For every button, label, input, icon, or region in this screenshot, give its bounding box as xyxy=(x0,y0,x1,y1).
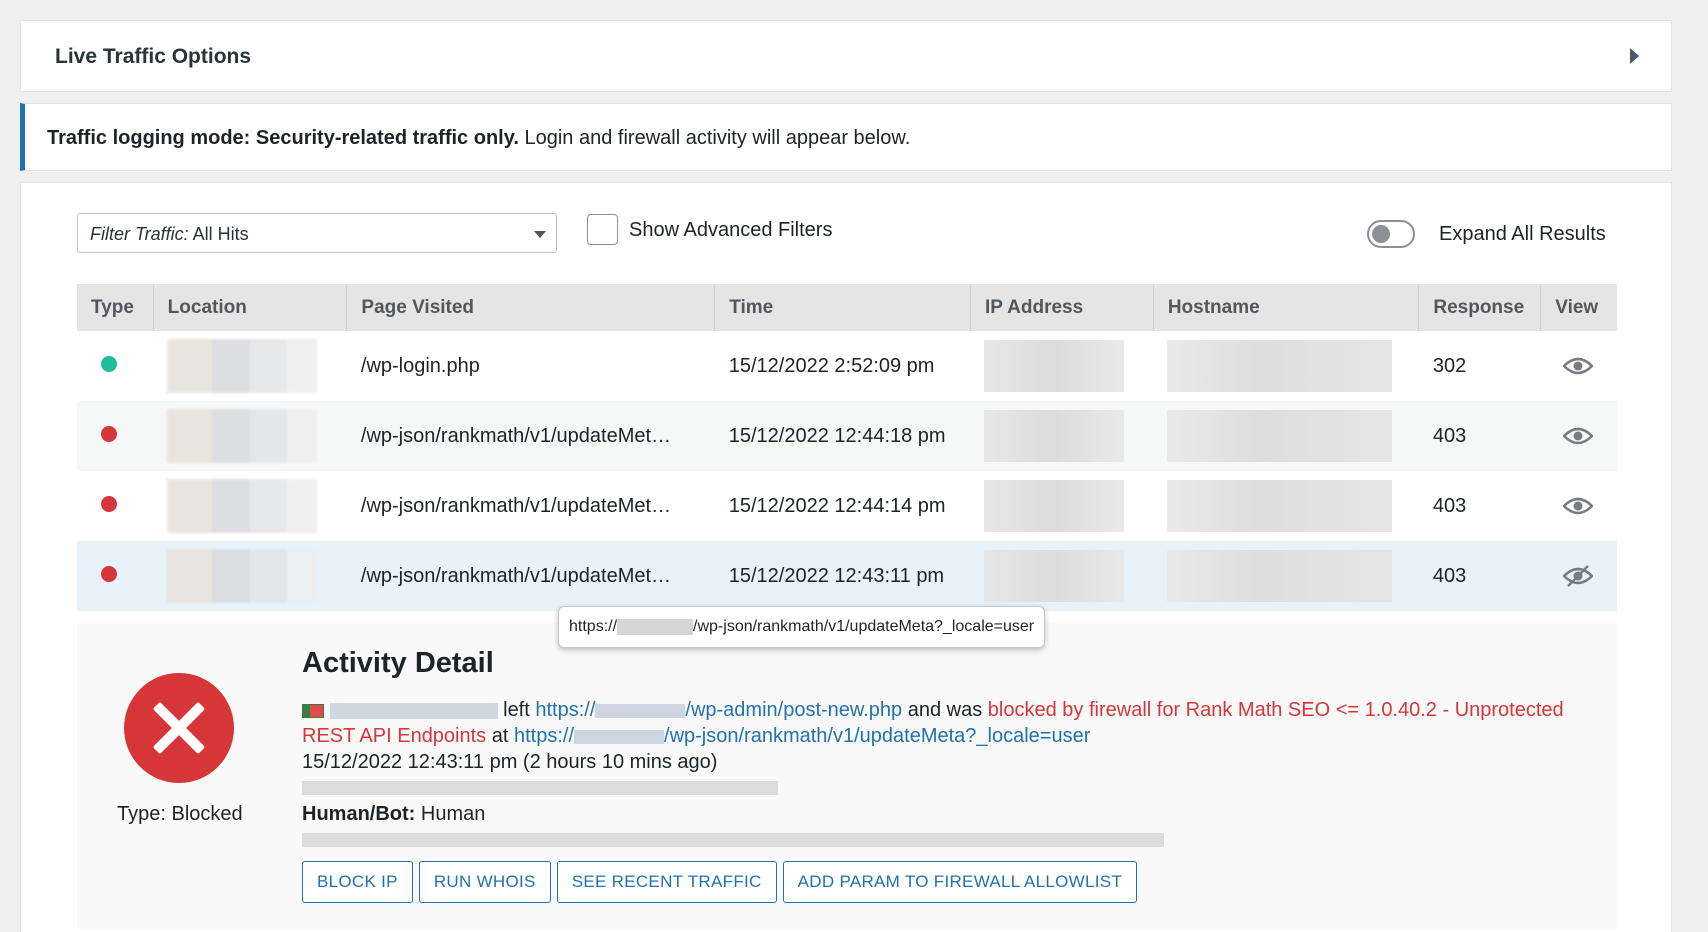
col-location: Location xyxy=(152,284,347,331)
ip-redacted xyxy=(984,550,1125,602)
human-bot-line: Human/Bot: Human xyxy=(302,801,1602,827)
eye-icon[interactable] xyxy=(1540,471,1617,541)
domain-redacted xyxy=(595,703,686,718)
tooltip-suffix: /wp-json/rankmath/v1/updateMeta?_locale=… xyxy=(693,618,1035,635)
visitor-redacted xyxy=(329,702,498,719)
country-flag-icon xyxy=(302,703,324,718)
request-link-prefix: https:// xyxy=(513,725,575,747)
activity-timestamp: 15/12/2022 12:43:11 pm (2 hours 10 mins … xyxy=(302,751,718,773)
eye-icon[interactable] xyxy=(1540,331,1617,401)
hostname-redacted xyxy=(1167,340,1393,392)
table-row[interactable]: /wp-json/rankmath/v1/updateMet… 15/12/20… xyxy=(77,471,1617,541)
human-bot-label: Human/Bot: xyxy=(302,803,416,825)
notice-rest: Login and firewall activity will appear … xyxy=(518,127,911,149)
block-ip-button[interactable]: BLOCK IP xyxy=(302,861,413,903)
blocked-x-icon xyxy=(124,673,234,783)
domain-redacted xyxy=(574,729,665,744)
eye-icon[interactable] xyxy=(1540,401,1617,471)
hostname-redacted xyxy=(1167,410,1393,462)
see-recent-traffic-button[interactable]: SEE RECENT TRAFFIC xyxy=(556,861,777,903)
activity-detail: Type: Blocked Activity Detail left https… xyxy=(77,623,1617,929)
table-row[interactable]: /wp-login.php 15/12/2022 2:52:09 pm 302 xyxy=(77,331,1617,401)
table-header-row: Type Location Page Visited Time IP Addre… xyxy=(77,284,1617,331)
table-row-selected[interactable]: /wp-json/rankmath/v1/updateMet… 15/12/20… xyxy=(77,541,1617,611)
response-code: 403 xyxy=(1418,401,1541,471)
ip-redacted xyxy=(984,480,1125,532)
and-was-text: and was xyxy=(902,699,988,721)
ip-redacted xyxy=(984,410,1125,462)
response-code: 403 xyxy=(1418,541,1541,611)
referrer-link[interactable]: https:// /wp-admin/post-new.php xyxy=(535,699,902,721)
notice-bold: Traffic logging mode: Security-related t… xyxy=(47,127,519,149)
col-response: Response xyxy=(1418,284,1541,331)
domain-redacted xyxy=(617,618,694,635)
status-dot xyxy=(101,425,117,442)
expand-all-toggle[interactable] xyxy=(1367,220,1415,248)
detail-actions: BLOCK IP RUN WHOIS SEE RECENT TRAFFIC AD… xyxy=(302,861,1138,903)
col-time: Time xyxy=(714,284,971,331)
page-visited: /wp-json/rankmath/v1/updateMet… xyxy=(346,541,715,611)
eye-slash-icon[interactable] xyxy=(1540,541,1617,611)
hostname-redacted xyxy=(1167,480,1393,532)
traffic-main-panel: Filter Traffic: All Hits Show Advanced F… xyxy=(20,182,1672,932)
status-dot xyxy=(101,355,117,372)
time: 15/12/2022 2:52:09 pm xyxy=(714,331,971,401)
activity-detail-body: left https:// /wp-admin/post-new.php and … xyxy=(302,697,1602,853)
activity-detail-title: Activity Detail xyxy=(302,647,494,679)
location-redacted xyxy=(167,409,318,463)
redacted-user-agent xyxy=(302,833,1164,847)
col-page: Page Visited xyxy=(346,284,715,331)
traffic-table: Type Location Page Visited Time IP Addre… xyxy=(77,284,1617,611)
run-whois-button[interactable]: RUN WHOIS xyxy=(418,861,551,903)
filter-traffic-select[interactable]: Filter Traffic: All Hits xyxy=(77,213,557,253)
traffic-mode-notice: Traffic logging mode: Security-related t… xyxy=(20,103,1672,171)
left-word: left xyxy=(497,699,536,721)
page-visited: /wp-json/rankmath/v1/updateMet… xyxy=(346,471,715,541)
time: 15/12/2022 12:44:18 pm xyxy=(714,401,971,471)
request-link[interactable]: https:// /wp-json/rankmath/v1/updateMeta?… xyxy=(514,725,1090,747)
advanced-filters-checkbox[interactable] xyxy=(587,214,618,245)
redacted-line xyxy=(302,781,778,795)
col-type: Type xyxy=(77,284,154,331)
col-view: View xyxy=(1540,284,1617,331)
location-redacted xyxy=(167,549,318,603)
response-code: 403 xyxy=(1418,471,1541,541)
notice-text: Traffic logging mode: Security-related t… xyxy=(47,127,910,150)
location-redacted xyxy=(167,339,318,393)
activity-sentence: left https:// /wp-admin/post-new.php and … xyxy=(302,697,1602,749)
filter-prefix: Filter Traffic: xyxy=(90,224,189,244)
human-bot-value: Human xyxy=(415,803,486,825)
status-dot xyxy=(101,565,117,582)
expand-arrow-icon[interactable] xyxy=(1630,48,1639,64)
expand-all-label[interactable]: Expand All Results xyxy=(1439,223,1606,246)
chevron-down-icon xyxy=(534,231,546,238)
advanced-filters-label[interactable]: Show Advanced Filters xyxy=(629,219,832,242)
filter-value: All Hits xyxy=(188,224,249,244)
col-ip: IP Address xyxy=(969,284,1154,331)
live-traffic-options-panel[interactable]: Live Traffic Options xyxy=(20,20,1672,92)
col-hostname: Hostname xyxy=(1152,284,1419,331)
type-blocked-label: Type: Blocked xyxy=(117,803,243,825)
referrer-link-suffix: /wp-admin/post-new.php xyxy=(685,699,903,721)
url-tooltip: https:// /wp-json/rankmath/v1/updateMeta?… xyxy=(558,606,1046,648)
status-dot xyxy=(101,495,117,512)
page-visited: /wp-login.php xyxy=(346,331,715,401)
time: 15/12/2022 12:44:14 pm xyxy=(714,471,971,541)
options-title: Live Traffic Options xyxy=(55,45,252,68)
table-row[interactable]: /wp-json/rankmath/v1/updateMet… 15/12/20… xyxy=(77,401,1617,471)
tooltip-prefix: https:// xyxy=(569,618,618,635)
referrer-link-prefix: https:// xyxy=(535,699,596,721)
response-code: 302 xyxy=(1418,331,1541,401)
hostname-redacted xyxy=(1167,550,1393,602)
add-param-allowlist-button[interactable]: ADD PARAM TO FIREWALL ALLOWLIST xyxy=(782,861,1138,903)
at-word: at xyxy=(486,725,514,747)
page-visited: /wp-json/rankmath/v1/updateMet… xyxy=(346,401,715,471)
request-link-suffix: /wp-json/rankmath/v1/updateMeta?_locale=… xyxy=(664,725,1091,747)
location-redacted xyxy=(167,479,318,533)
ip-redacted xyxy=(984,340,1125,392)
time: 15/12/2022 12:43:11 pm xyxy=(714,541,971,611)
